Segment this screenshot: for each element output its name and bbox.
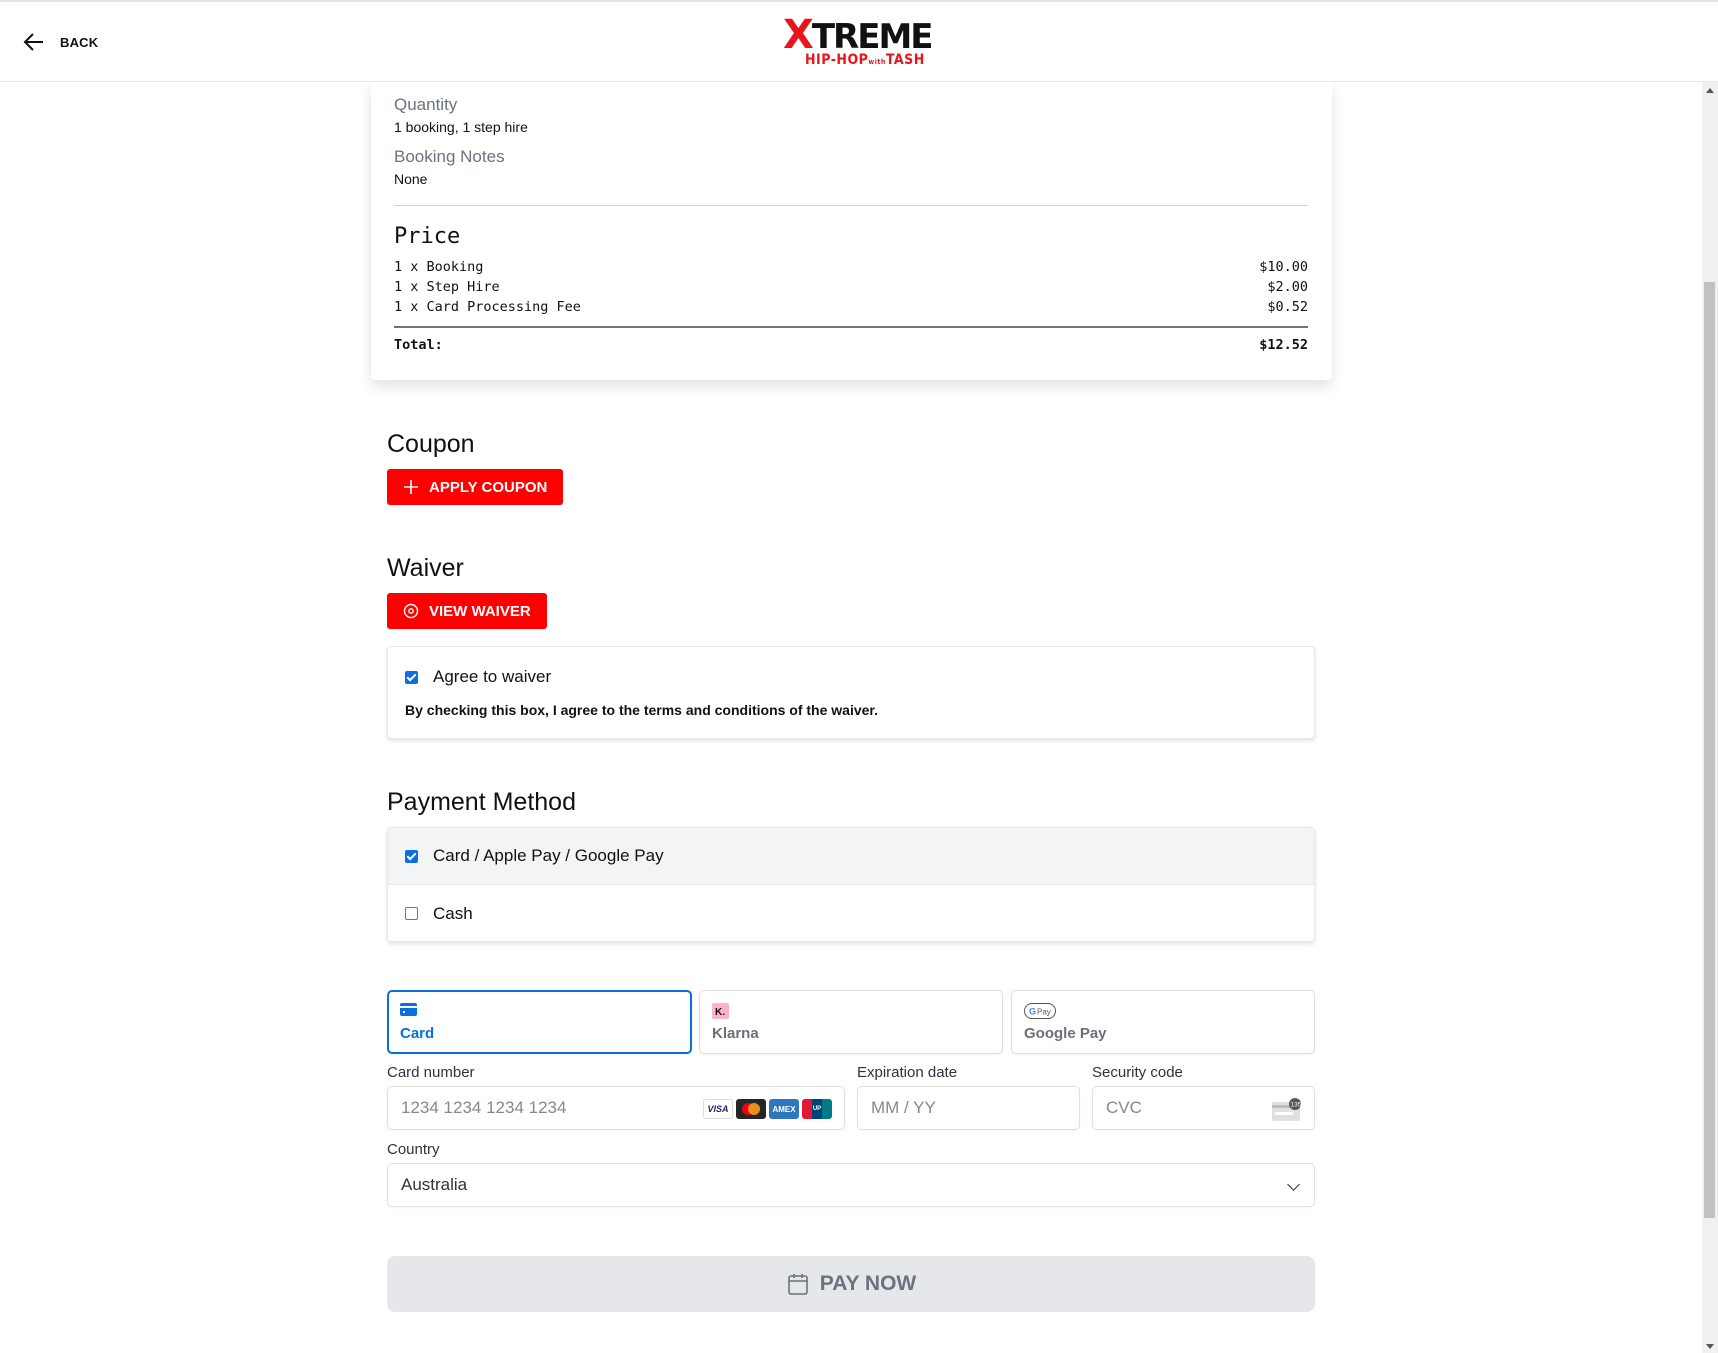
cvc-label: Security code xyxy=(1092,1064,1183,1081)
price-row: 1 x Booking $10.00 xyxy=(394,259,1308,275)
quantity-label: Quantity xyxy=(394,95,458,114)
agree-waiver-checkbox[interactable] xyxy=(405,670,418,684)
header: BACK XTREME HIP-HOPwithTASH xyxy=(0,2,1718,82)
quantity-value: 1 booking, 1 step hire xyxy=(394,119,528,135)
view-waiver-label: VIEW WAIVER xyxy=(429,602,531,620)
calendar-icon xyxy=(787,1274,808,1295)
agree-waiver-label: Agree to waiver xyxy=(433,667,552,686)
view-waiver-button[interactable]: VIEW WAIVER xyxy=(387,593,547,629)
price-item-amount: $10.00 xyxy=(1259,259,1308,275)
booking-notes-value: None xyxy=(394,171,428,187)
logo-name: TASH xyxy=(885,52,925,68)
coupon-heading: Coupon xyxy=(387,430,475,458)
card-number-placeholder: 1234 1234 1234 1234 xyxy=(401,1098,567,1117)
total-amount: $12.52 xyxy=(1259,337,1308,353)
tab-google-pay[interactable]: G Pay Google Pay xyxy=(1011,990,1315,1054)
booking-notes-label: Booking Notes xyxy=(394,147,505,166)
total-divider xyxy=(394,326,1308,328)
waiver-note: By checking this box, I agree to the ter… xyxy=(405,702,878,718)
back-button[interactable]: BACK xyxy=(22,30,98,54)
agree-waiver-checkbox-row[interactable]: Agree to waiver xyxy=(405,667,551,687)
booking-summary-card: Quantity 1 booking, 1 step hire Booking … xyxy=(371,82,1332,380)
card-brands: VISA AMEX UP xyxy=(703,1099,832,1119)
scrollbar-thumb[interactable] xyxy=(1704,282,1715,1218)
logo[interactable]: XTREME HIP-HOPwithTASH xyxy=(783,15,934,72)
total-row: Total: $12.52 xyxy=(394,337,1308,353)
tab-label: Card xyxy=(400,1025,435,1042)
eye-icon xyxy=(403,603,419,619)
waiver-heading: Waiver xyxy=(387,554,464,582)
price-title: Price xyxy=(394,224,461,249)
payment-option-card[interactable]: Card / Apple Pay / Google Pay xyxy=(388,828,1314,885)
unionpay-icon: UP xyxy=(802,1099,832,1119)
scroll-down-icon[interactable] xyxy=(1706,1344,1714,1349)
tab-klarna[interactable]: K. Klarna xyxy=(699,990,1003,1054)
back-label: BACK xyxy=(60,34,99,50)
price-item-amount: $0.52 xyxy=(1267,299,1308,315)
price-item-amount: $2.00 xyxy=(1267,279,1308,295)
apply-coupon-button[interactable]: APPLY COUPON xyxy=(387,469,564,505)
price-row: 1 x Step Hire $2.00 xyxy=(394,279,1308,295)
google-pay-icon: G Pay xyxy=(1024,1003,1056,1019)
klarna-icon: K. xyxy=(712,1003,729,1019)
pay-now-button[interactable]: PAY NOW xyxy=(387,1256,1315,1312)
apply-coupon-label: APPLY COUPON xyxy=(429,478,548,496)
svg-text:Pay: Pay xyxy=(1037,1008,1051,1017)
cvc-input[interactable]: CVC 135 xyxy=(1092,1086,1315,1130)
price-item-label: 1 x Step Hire xyxy=(394,279,500,295)
waiver-agreement-card: Agree to waiver By checking this box, I … xyxy=(387,646,1315,739)
tab-label: Google Pay xyxy=(1024,1025,1107,1042)
payment-option-checkbox[interactable] xyxy=(405,907,418,920)
divider xyxy=(394,205,1308,206)
country-label: Country xyxy=(387,1141,440,1158)
pay-now-label: PAY NOW xyxy=(819,1272,917,1295)
price-item-label: 1 x Card Processing Fee xyxy=(394,299,581,315)
mastercard-icon xyxy=(736,1099,766,1119)
chevron-down-icon xyxy=(1287,1178,1300,1191)
payment-option-label: Cash xyxy=(433,903,473,923)
payment-option-label: Card / Apple Pay / Google Pay xyxy=(433,846,664,865)
payment-method-card: Card / Apple Pay / Google Pay Cash xyxy=(387,827,1315,942)
scrollbar[interactable] xyxy=(1702,82,1718,1353)
country-select[interactable]: Australia xyxy=(387,1163,1315,1207)
price-row: 1 x Card Processing Fee $0.52 xyxy=(394,299,1308,315)
svg-text:K.: K. xyxy=(715,1007,725,1018)
payment-option-cash[interactable]: Cash xyxy=(388,885,1314,941)
logo-text: TREME xyxy=(811,17,934,57)
svg-text:G: G xyxy=(1029,1007,1036,1017)
logo-with: with xyxy=(868,58,886,66)
price-item-label: 1 x Booking xyxy=(394,259,484,275)
country-value: Australia xyxy=(401,1175,468,1194)
visa-icon: VISA xyxy=(703,1099,733,1119)
logo-subtitle: HIP-HOP xyxy=(805,52,869,68)
expiry-input[interactable]: MM / YY xyxy=(857,1086,1080,1130)
arrow-left-icon xyxy=(23,33,43,51)
expiry-label: Expiration date xyxy=(857,1064,958,1081)
scroll-up-icon[interactable] xyxy=(1706,88,1714,93)
cvc-placeholder: CVC xyxy=(1106,1098,1142,1117)
payment-option-checkbox[interactable] xyxy=(405,849,418,863)
tab-card[interactable]: Card xyxy=(387,990,692,1054)
card-number-label: Card number xyxy=(387,1064,475,1081)
total-label: Total: xyxy=(394,337,443,353)
amex-icon: AMEX xyxy=(769,1099,799,1119)
expiry-placeholder: MM / YY xyxy=(871,1098,936,1117)
credit-card-icon xyxy=(400,1003,417,1016)
cvc-card-icon: 135 xyxy=(1272,1098,1302,1121)
svg-text:135: 135 xyxy=(1291,1102,1302,1109)
card-number-input[interactable]: 1234 1234 1234 1234 VISA AMEX UP xyxy=(387,1086,845,1130)
tab-label: Klarna xyxy=(712,1025,759,1042)
plus-icon xyxy=(404,480,418,494)
payment-method-heading: Payment Method xyxy=(387,788,576,816)
